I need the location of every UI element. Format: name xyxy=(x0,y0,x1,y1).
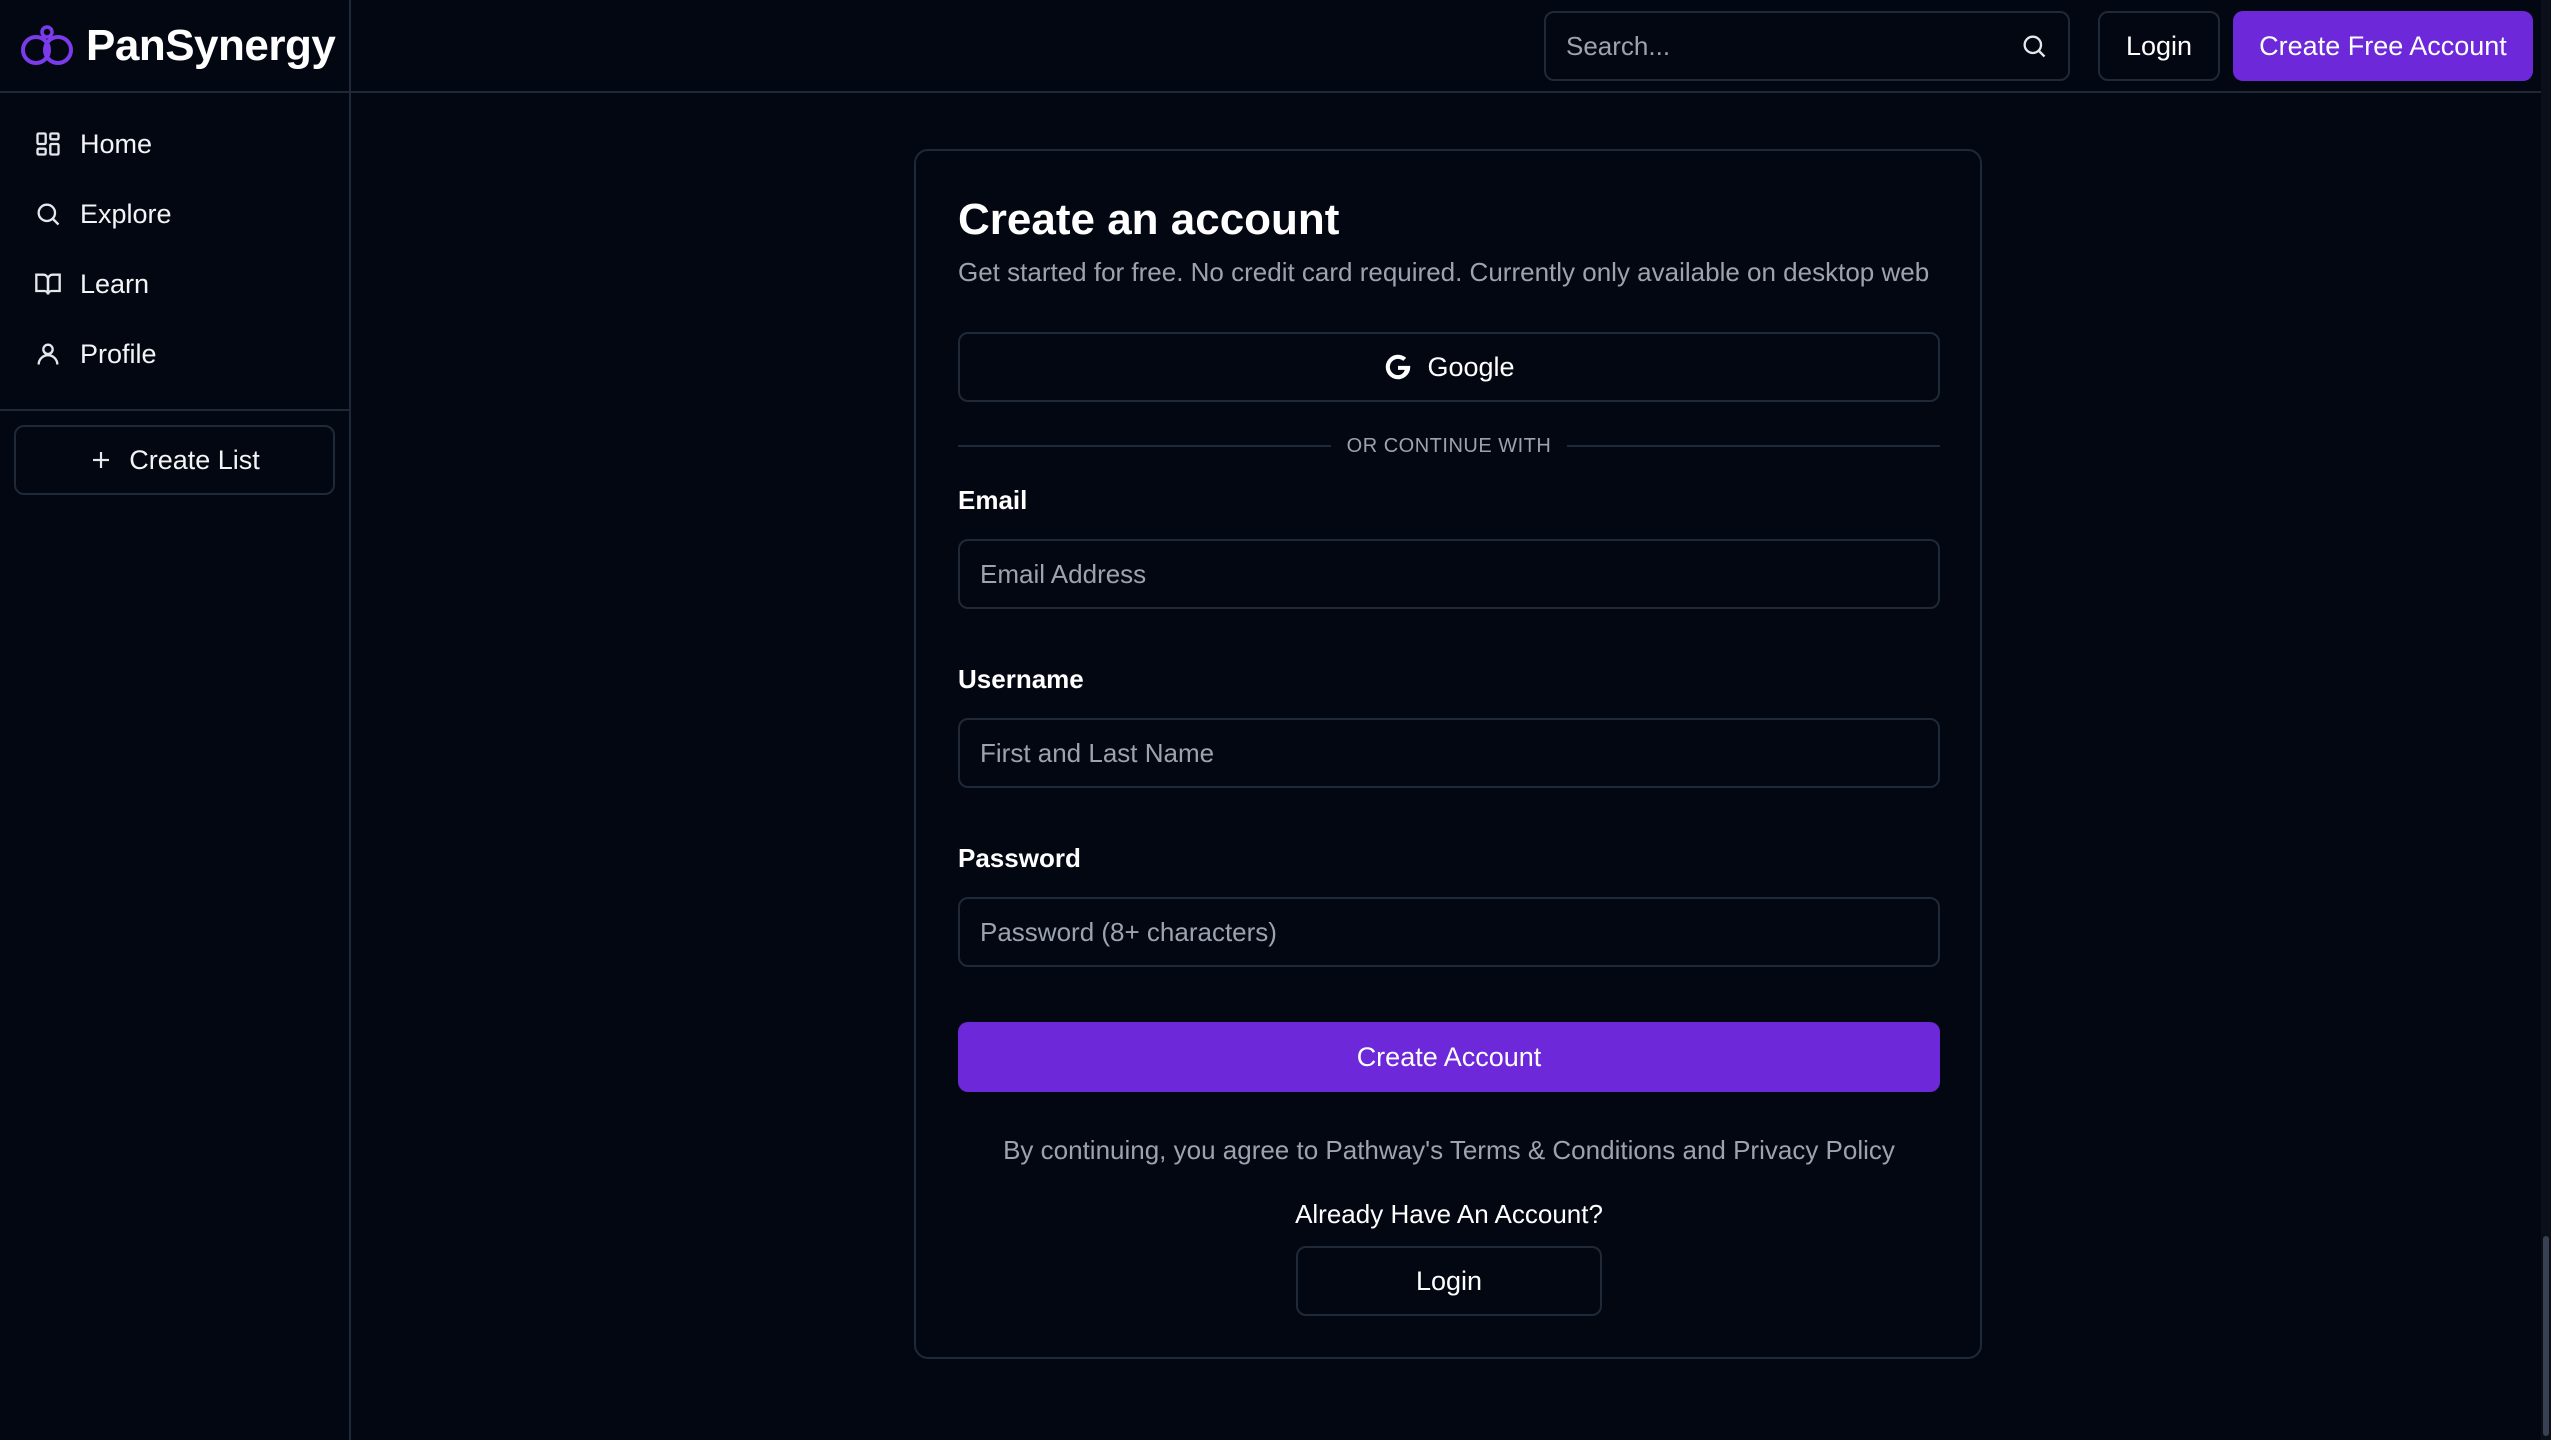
page-scrollbar[interactable] xyxy=(2541,0,2551,1440)
sidebar-item-label: Home xyxy=(80,128,153,159)
login-button[interactable]: Login xyxy=(1296,1246,1602,1316)
sidebar-item-learn[interactable]: Learn xyxy=(16,253,333,315)
terms-link[interactable]: Terms & Conditions xyxy=(1450,1135,1675,1165)
sidebar-item-explore[interactable]: Explore xyxy=(16,183,333,245)
sidebar-item-label: Explore xyxy=(80,198,172,229)
book-open-icon xyxy=(35,273,61,295)
signup-card: Create an account Get started for free. … xyxy=(914,149,1982,1359)
google-label: Google xyxy=(1427,351,1515,382)
search-input[interactable] xyxy=(1566,30,2020,62)
terms-prefix: By continuing, you agree to Pathway's xyxy=(1003,1135,1450,1165)
divider-line xyxy=(958,445,1331,447)
search-icon[interactable] xyxy=(2020,32,2048,60)
user-icon xyxy=(37,343,59,365)
sidebar-item-home[interactable]: Home xyxy=(16,113,333,175)
already-have-account-text: Already Have An Account? xyxy=(1295,1199,1603,1229)
brand-name: PanSynergy xyxy=(86,20,336,70)
divider-line xyxy=(1567,445,1940,447)
home-grid-icon xyxy=(36,132,60,156)
search-icon xyxy=(37,203,60,226)
search-box[interactable] xyxy=(1544,11,2070,81)
sidebar: PanSynergy Home Explore Learn Profile Cr… xyxy=(0,0,351,1440)
app-root: PanSynergy Home Explore Learn Profile Cr… xyxy=(0,0,2551,1440)
create-free-account-button[interactable]: Create Free Account xyxy=(2233,11,2533,81)
username-field[interactable] xyxy=(958,718,1940,788)
password-label: Password xyxy=(958,843,1081,873)
sidebar-nav: Home Explore Learn Profile xyxy=(0,93,349,411)
sidebar-item-label: Learn xyxy=(80,268,150,299)
or-divider: OR CONTINUE WITH xyxy=(958,431,1940,461)
scrollbar-thumb[interactable] xyxy=(2543,1236,2549,1436)
google-signin-button[interactable]: Google xyxy=(958,332,1940,402)
logo-icon xyxy=(21,24,73,65)
top-header: Login Create Free Account xyxy=(351,0,2551,93)
privacy-link[interactable]: Privacy Policy xyxy=(1733,1135,1895,1165)
email-field[interactable] xyxy=(958,539,1940,609)
google-icon xyxy=(1386,354,1411,380)
username-label: Username xyxy=(958,664,1084,694)
sidebar-item-profile[interactable]: Profile xyxy=(16,323,333,385)
page-subtitle: Get started for free. No credit card req… xyxy=(958,257,1930,287)
sidebar-item-label: Profile xyxy=(80,338,157,369)
plus-icon xyxy=(93,452,110,468)
create-account-button[interactable]: Create Account xyxy=(958,1022,1940,1092)
email-label: Email xyxy=(958,485,1028,515)
create-list-label: Create List xyxy=(129,444,260,475)
divider-text: OR CONTINUE WITH xyxy=(1346,434,1552,457)
terms-and: and xyxy=(1675,1135,1734,1165)
password-field[interactable] xyxy=(958,897,1940,967)
page-title: Create an account xyxy=(958,195,1340,244)
terms-text: By continuing, you agree to Pathway's Te… xyxy=(958,1135,1940,1166)
header-login-button[interactable]: Login xyxy=(2098,11,2220,81)
create-list-button[interactable]: Create List xyxy=(14,425,335,495)
brand[interactable]: PanSynergy xyxy=(0,0,349,93)
